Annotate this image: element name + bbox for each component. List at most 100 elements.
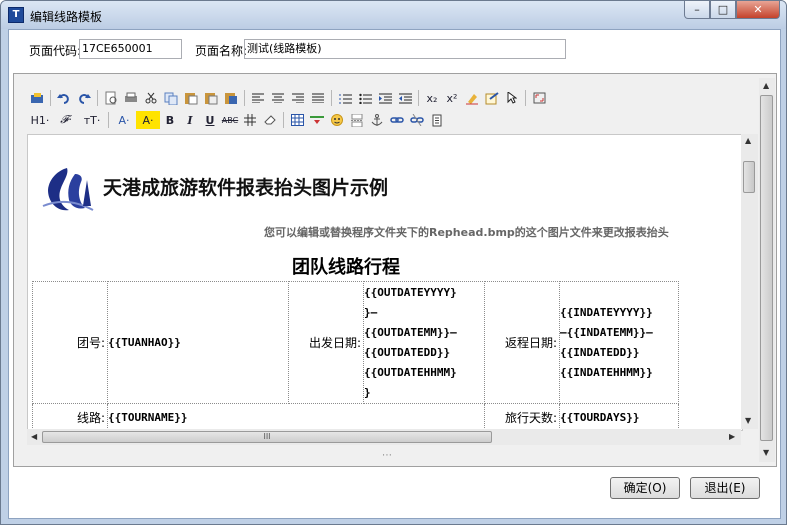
unordered-list-icon[interactable] — [355, 89, 375, 107]
ordered-list-icon[interactable] — [335, 89, 355, 107]
tuan-value-cell[interactable]: {{TUANHAO}} — [107, 281, 289, 404]
report-note: 您可以编辑或替换程序文件夹下的Rephead.bmp的这个图片文件来更改报表抬头 — [264, 226, 669, 239]
align-right-icon[interactable] — [288, 89, 308, 107]
italic-button[interactable]: I — [180, 111, 200, 129]
days-label: 旅行天数: — [484, 403, 560, 430]
depart-value-line: {{OUTDATEMM}}– — [364, 325, 457, 339]
align-left-icon[interactable] — [248, 89, 268, 107]
dialog-window: T 编辑线路模板 – □ ✕ 页面代码: 17CE650001 页面名称: 测试… — [0, 0, 787, 525]
indent-icon[interactable] — [375, 89, 395, 107]
font-color-dropdown[interactable]: A· — [112, 111, 136, 129]
ok-button[interactable]: 确定(O) — [610, 477, 680, 499]
fullscreen-icon[interactable] — [529, 89, 549, 107]
emoticon-icon[interactable] — [327, 111, 347, 129]
report-headline: 天港成旅游软件报表抬头图片示例 — [103, 177, 389, 199]
underline-button[interactable]: U — [200, 111, 220, 129]
source-icon[interactable] — [427, 111, 447, 129]
heading-dropdown[interactable]: H1· — [27, 111, 53, 129]
tuan-label: 团号: — [32, 281, 108, 404]
return-label: 返程日期: — [484, 281, 560, 404]
editor-content[interactable]: 天港成旅游软件报表抬头图片示例 您可以编辑或替换程序文件夹下的Rephead.b… — [27, 134, 743, 431]
itinerary-table: 团号: {{TUANHAO}} 出发日期: {{OUTDATEYYYY} }– … — [32, 281, 679, 430]
return-value-line: {{INDATEDD}} — [560, 345, 640, 359]
tuan-value: {{TUANHAO}} — [108, 335, 181, 349]
depart-value-cell[interactable]: {{OUTDATEYYYY} }– {{OUTDATEMM}}– {{OUTDA… — [363, 281, 485, 404]
subscript-icon[interactable]: x₂ — [422, 89, 442, 107]
return-value-line: {{INDATEYYYY}} — [560, 305, 653, 319]
unlink-icon[interactable] — [407, 111, 427, 129]
scroll-down-arrow-icon[interactable]: ▼ — [745, 416, 751, 425]
superscript-icon[interactable]: x² — [442, 89, 462, 107]
paste-plain-icon[interactable] — [201, 89, 221, 107]
window-title: 编辑线路模板 — [30, 10, 103, 24]
highlight-dropdown[interactable]: A· — [136, 111, 160, 129]
editor-scroll-down-icon[interactable]: ▼ — [763, 448, 769, 457]
page-break-icon[interactable] — [347, 111, 367, 129]
maximize-button[interactable]: □ — [710, 1, 736, 19]
minimize-button[interactable]: – — [684, 1, 710, 19]
exit-button[interactable]: 退出(E) — [690, 477, 760, 499]
route-value-cell[interactable]: {{TOURNAME}} — [107, 403, 485, 430]
return-value-cell[interactable]: {{INDATEYYYY}} –{{INDATEMM}}– {{INDATEDD… — [559, 281, 679, 404]
dialog-client: 页面代码: 17CE650001 页面名称: 测试(线路模板) x₂ x² H1… — [8, 29, 781, 519]
content-vertical-scrollbar[interactable]: ▲ ▼ — [741, 134, 758, 429]
editor-resize-grip[interactable]: ⋯ — [382, 450, 392, 461]
copy-icon[interactable] — [161, 89, 181, 107]
paste-icon[interactable] — [181, 89, 201, 107]
table-title: 团队线路行程 — [292, 257, 400, 278]
align-justify-icon[interactable] — [308, 89, 328, 107]
scroll-up-arrow-icon[interactable]: ▲ — [745, 136, 751, 145]
content-horizontal-scrollbar[interactable]: ◀ III ▶ — [27, 429, 741, 445]
scroll-right-arrow-icon[interactable]: ▶ — [729, 432, 735, 441]
paste-text-icon[interactable] — [27, 89, 47, 107]
preview-icon[interactable] — [101, 89, 121, 107]
anchor-icon[interactable] — [367, 111, 387, 129]
eraser-icon[interactable] — [260, 111, 280, 129]
editor-vertical-scrollbar[interactable]: ▲ ▼ — [759, 78, 775, 462]
editor-scroll-up-icon[interactable]: ▲ — [763, 81, 769, 90]
editor-toolbar: x₂ x² H1· 𝓕· тT· A· A· B I U ABC — [27, 88, 755, 132]
table-icon[interactable] — [287, 111, 307, 129]
return-value-line: –{{INDATEMM}}– — [560, 325, 653, 339]
depart-value-line: {{OUTDATEYYYY} — [364, 285, 457, 299]
paste-word-icon[interactable] — [221, 89, 241, 107]
redo-icon[interactable] — [74, 89, 94, 107]
horizontal-rule-icon[interactable] — [307, 111, 327, 129]
font-family-dropdown[interactable]: 𝓕· — [53, 111, 79, 129]
return-value-line: {{INDATEHHMM}} — [560, 365, 653, 379]
days-value-cell[interactable]: {{TOURDAYS}} — [559, 403, 679, 430]
content-horizontal-thumb[interactable]: III — [42, 431, 492, 443]
content-vertical-thumb[interactable] — [743, 161, 755, 193]
route-label: 线路: — [32, 403, 108, 430]
pointer-icon[interactable] — [502, 89, 522, 107]
print-icon[interactable] — [121, 89, 141, 107]
undo-icon[interactable] — [54, 89, 74, 107]
title-bar[interactable]: T 编辑线路模板 – □ ✕ — [1, 1, 786, 29]
outdent-icon[interactable] — [395, 89, 415, 107]
table-row: 团号: {{TUANHAO}} 出发日期: {{OUTDATEYYYY} }– … — [32, 281, 679, 404]
page-code-input[interactable]: 17CE650001 — [79, 39, 182, 59]
align-center-icon[interactable] — [268, 89, 288, 107]
depart-value-line: } — [364, 385, 371, 399]
hash-icon[interactable] — [240, 111, 260, 129]
font-size-dropdown[interactable]: тT· — [79, 111, 105, 129]
page-name-input[interactable]: 测试(线路模板) — [244, 39, 566, 59]
route-value: {{TOURNAME}} — [108, 410, 188, 424]
depart-value-line: }– — [364, 305, 378, 319]
link-icon[interactable] — [387, 111, 407, 129]
bold-button[interactable]: B — [160, 111, 180, 129]
close-button[interactable]: ✕ — [736, 1, 780, 19]
strikethrough-button[interactable]: ABC — [220, 111, 240, 129]
page-code-label: 页面代码: — [29, 44, 82, 58]
company-logo — [42, 168, 94, 211]
toolbar-row-1: x₂ x² — [27, 88, 549, 108]
toolbar-row-2: H1· 𝓕· тT· A· A· B I U ABC — [27, 110, 447, 130]
clear-format-icon[interactable] — [462, 89, 482, 107]
scroll-left-arrow-icon[interactable]: ◀ — [31, 432, 37, 441]
table-row: 线路: {{TOURNAME}} 旅行天数: {{TOURDAYS}} — [32, 403, 679, 430]
select-all-icon[interactable] — [482, 89, 502, 107]
editor-vertical-thumb[interactable] — [760, 95, 773, 441]
cut-icon[interactable] — [141, 89, 161, 107]
page-name-label: 页面名称: — [195, 44, 248, 58]
days-value: {{TOURDAYS}} — [560, 410, 640, 424]
